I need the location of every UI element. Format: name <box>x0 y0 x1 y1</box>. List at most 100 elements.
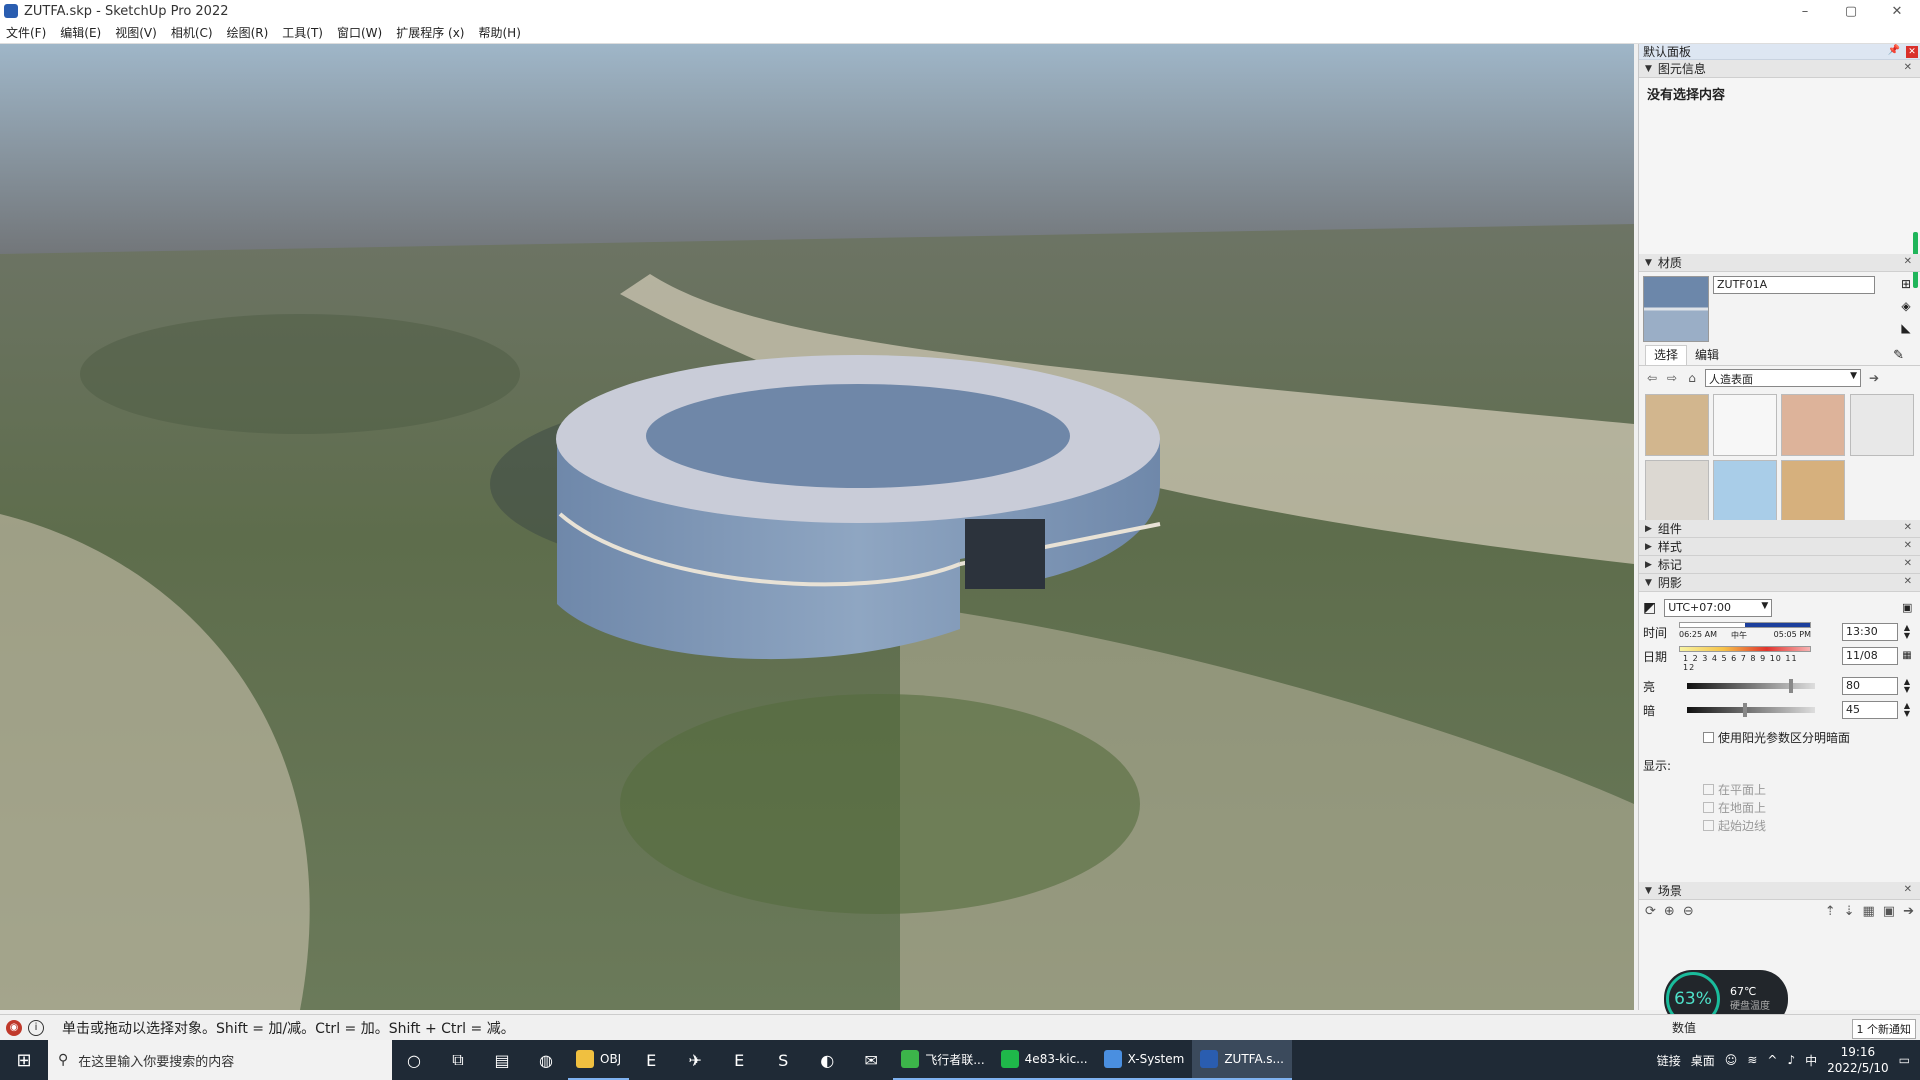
material-swatch[interactable] <box>1645 460 1709 522</box>
shadow-toggle-icon[interactable]: ◩ <box>1643 600 1656 616</box>
section-close-icon[interactable]: ✕ <box>1904 884 1912 895</box>
material-library-select[interactable]: 人造表面 ▼ <box>1705 369 1861 387</box>
section-close-icon[interactable]: ✕ <box>1904 540 1912 551</box>
drawing-viewport[interactable] <box>0 44 1634 1010</box>
back-arrow-icon[interactable]: ⇦ <box>1645 371 1659 385</box>
section-styles[interactable]: ▶ 样式 ✕ <box>1639 538 1920 556</box>
material-swatch[interactable] <box>1713 394 1777 456</box>
section-scenes[interactable]: ▼ 场景 ✕ <box>1639 882 1920 900</box>
calendar-icon[interactable]: ▦ <box>1902 651 1912 661</box>
section-entity-info[interactable]: ▼ 图元信息 ✕ <box>1639 60 1920 78</box>
task-view-icon[interactable]: ⧉ <box>436 1040 480 1080</box>
menu-draw[interactable]: 绘图(R) <box>227 24 269 41</box>
close-button[interactable]: ✕ <box>1874 0 1920 22</box>
material-preview-swatch[interactable] <box>1643 276 1709 342</box>
taskbar-clock[interactable]: 19:16 2022/5/10 <box>1827 1044 1889 1076</box>
minimize-button[interactable]: – <box>1782 0 1828 22</box>
sketchup-icon[interactable]: S <box>761 1040 805 1080</box>
create-material-icon[interactable]: ⊞ <box>1898 276 1914 292</box>
tray-expand-icon[interactable]: ^ <box>1767 1053 1777 1067</box>
add-scene-icon[interactable]: ⊕ <box>1664 904 1675 919</box>
epic-games-icon[interactable]: E <box>717 1040 761 1080</box>
wifi-icon[interactable]: ≋ <box>1747 1053 1757 1067</box>
store-icon[interactable]: ▤ <box>480 1040 524 1080</box>
remove-scene-icon[interactable]: ⊖ <box>1683 904 1694 919</box>
section-close-icon[interactable]: ✕ <box>1904 522 1912 533</box>
section-close-icon[interactable]: ✕ <box>1904 558 1912 569</box>
section-close-icon[interactable]: ✕ <box>1904 256 1912 267</box>
info-icon[interactable]: i <box>28 1019 44 1036</box>
windows-start-icon[interactable]: ⊞ <box>0 1040 48 1080</box>
material-name-field[interactable]: ZUTF01A <box>1713 276 1875 294</box>
notification-center-icon[interactable]: ▭ <box>1899 1053 1910 1067</box>
section-components[interactable]: ▶ 组件 ✕ <box>1639 520 1920 538</box>
tab-edit[interactable]: 编辑 <box>1687 346 1727 365</box>
details-arrow-icon[interactable]: ➔ <box>1867 371 1881 385</box>
light-slider[interactable] <box>1687 679 1815 693</box>
cortana-icon[interactable]: ○ <box>392 1040 436 1080</box>
refresh-icon[interactable]: ⟳ <box>1645 904 1656 919</box>
date-field[interactable]: 11/08 <box>1842 647 1898 665</box>
menu-file[interactable]: 文件(F) <box>6 24 46 41</box>
move-up-icon[interactable]: ⇡ <box>1825 904 1836 919</box>
taskbar-app[interactable]: OBJ <box>568 1040 630 1080</box>
maximize-button[interactable]: ▢ <box>1828 0 1874 22</box>
material-swatch[interactable] <box>1781 394 1845 456</box>
edge-browser-icon[interactable]: ◐ <box>805 1040 849 1080</box>
toggle-details-icon[interactable]: ▣ <box>1902 602 1912 613</box>
feishu-icon[interactable]: ✈ <box>673 1040 717 1080</box>
delete-scene-icon[interactable]: ▣ <box>1883 904 1895 919</box>
people-icon[interactable]: ☺ <box>1725 1053 1738 1067</box>
eyedropper-icon[interactable]: ✎ <box>1885 348 1912 365</box>
tray-desktop-label[interactable]: 桌面 <box>1691 1052 1715 1069</box>
taskbar-app[interactable]: X-System <box>1095 1040 1193 1080</box>
taskbar-app[interactable]: 飞行者联... <box>893 1040 993 1080</box>
light-stepper-icon[interactable]: ▲ ▼ <box>1902 678 1912 694</box>
mail-icon[interactable]: ✉ <box>849 1040 893 1080</box>
ime-indicator[interactable]: 中 <box>1805 1052 1817 1069</box>
date-slider[interactable]: 1 2 3 4 5 6 7 8 9 10 11 12 <box>1679 646 1811 672</box>
menu-tools[interactable]: 工具(T) <box>282 24 323 41</box>
volume-icon[interactable]: ♪ <box>1787 1053 1795 1067</box>
section-tags[interactable]: ▶ 标记 ✕ <box>1639 556 1920 574</box>
on-ground-checkbox[interactable] <box>1703 801 1714 813</box>
swatch-scrollbar[interactable] <box>1850 394 1914 456</box>
section-close-icon[interactable]: ✕ <box>1904 576 1912 587</box>
forward-arrow-icon[interactable]: ⇨ <box>1665 371 1679 385</box>
taskbar-search[interactable]: ⚲ 在这里输入你要搜索的内容 <box>48 1040 392 1080</box>
taskbar-app-active[interactable]: ZUTFA.s... <box>1192 1040 1292 1080</box>
material-bucket-icon[interactable]: ◈ <box>1898 298 1914 314</box>
use-sun-checkbox[interactable] <box>1703 731 1714 743</box>
dark-slider[interactable] <box>1687 703 1815 717</box>
menu-help[interactable]: 帮助(H) <box>478 24 520 41</box>
time-slider[interactable]: 06:25 AM 中午 05:05 PM <box>1679 622 1811 642</box>
menu-window[interactable]: 窗口(W) <box>337 24 382 41</box>
on-faces-checkbox[interactable] <box>1703 783 1714 795</box>
details-arrow-icon[interactable]: ➔ <box>1903 904 1914 919</box>
time-field[interactable]: 13:30 <box>1842 623 1898 641</box>
tray-close-button[interactable]: ✕ <box>1906 46 1918 58</box>
notification-badge[interactable]: 1 个新通知 <box>1851 1019 1916 1039</box>
move-down-icon[interactable]: ⇣ <box>1844 904 1855 919</box>
steam-icon[interactable]: ◍ <box>524 1040 568 1080</box>
section-close-icon[interactable]: ✕ <box>1904 62 1912 73</box>
epic-games-icon[interactable]: E <box>629 1040 673 1080</box>
home-icon[interactable]: ⌂ <box>1685 371 1699 385</box>
tab-select[interactable]: 选择 <box>1645 345 1688 365</box>
material-swatch[interactable] <box>1781 460 1845 522</box>
slider-knob[interactable] <box>1789 679 1793 693</box>
default-material-icon[interactable]: ◣ <box>1898 320 1914 336</box>
time-stepper-icon[interactable]: ▲ ▼ <box>1902 624 1912 640</box>
tray-links-label[interactable]: 链接 <box>1657 1052 1681 1069</box>
section-shadows[interactable]: ▼ 阴影 ✕ <box>1639 574 1920 592</box>
dark-field[interactable]: 45 <box>1842 701 1898 719</box>
material-swatch[interactable] <box>1713 460 1777 522</box>
view-options-icon[interactable]: ▦ <box>1863 904 1875 919</box>
pin-icon[interactable]: 📌 <box>1888 45 1900 56</box>
taskbar-app[interactable]: 4e83-kic... <box>992 1040 1096 1080</box>
from-edges-checkbox[interactable] <box>1703 819 1714 831</box>
section-materials[interactable]: ▼ 材质 ✕ <box>1639 254 1920 272</box>
timezone-select[interactable]: UTC+07:00 ▼ <box>1664 599 1773 617</box>
geo-location-icon[interactable]: ◉ <box>6 1019 22 1036</box>
dark-stepper-icon[interactable]: ▲ ▼ <box>1902 702 1912 718</box>
